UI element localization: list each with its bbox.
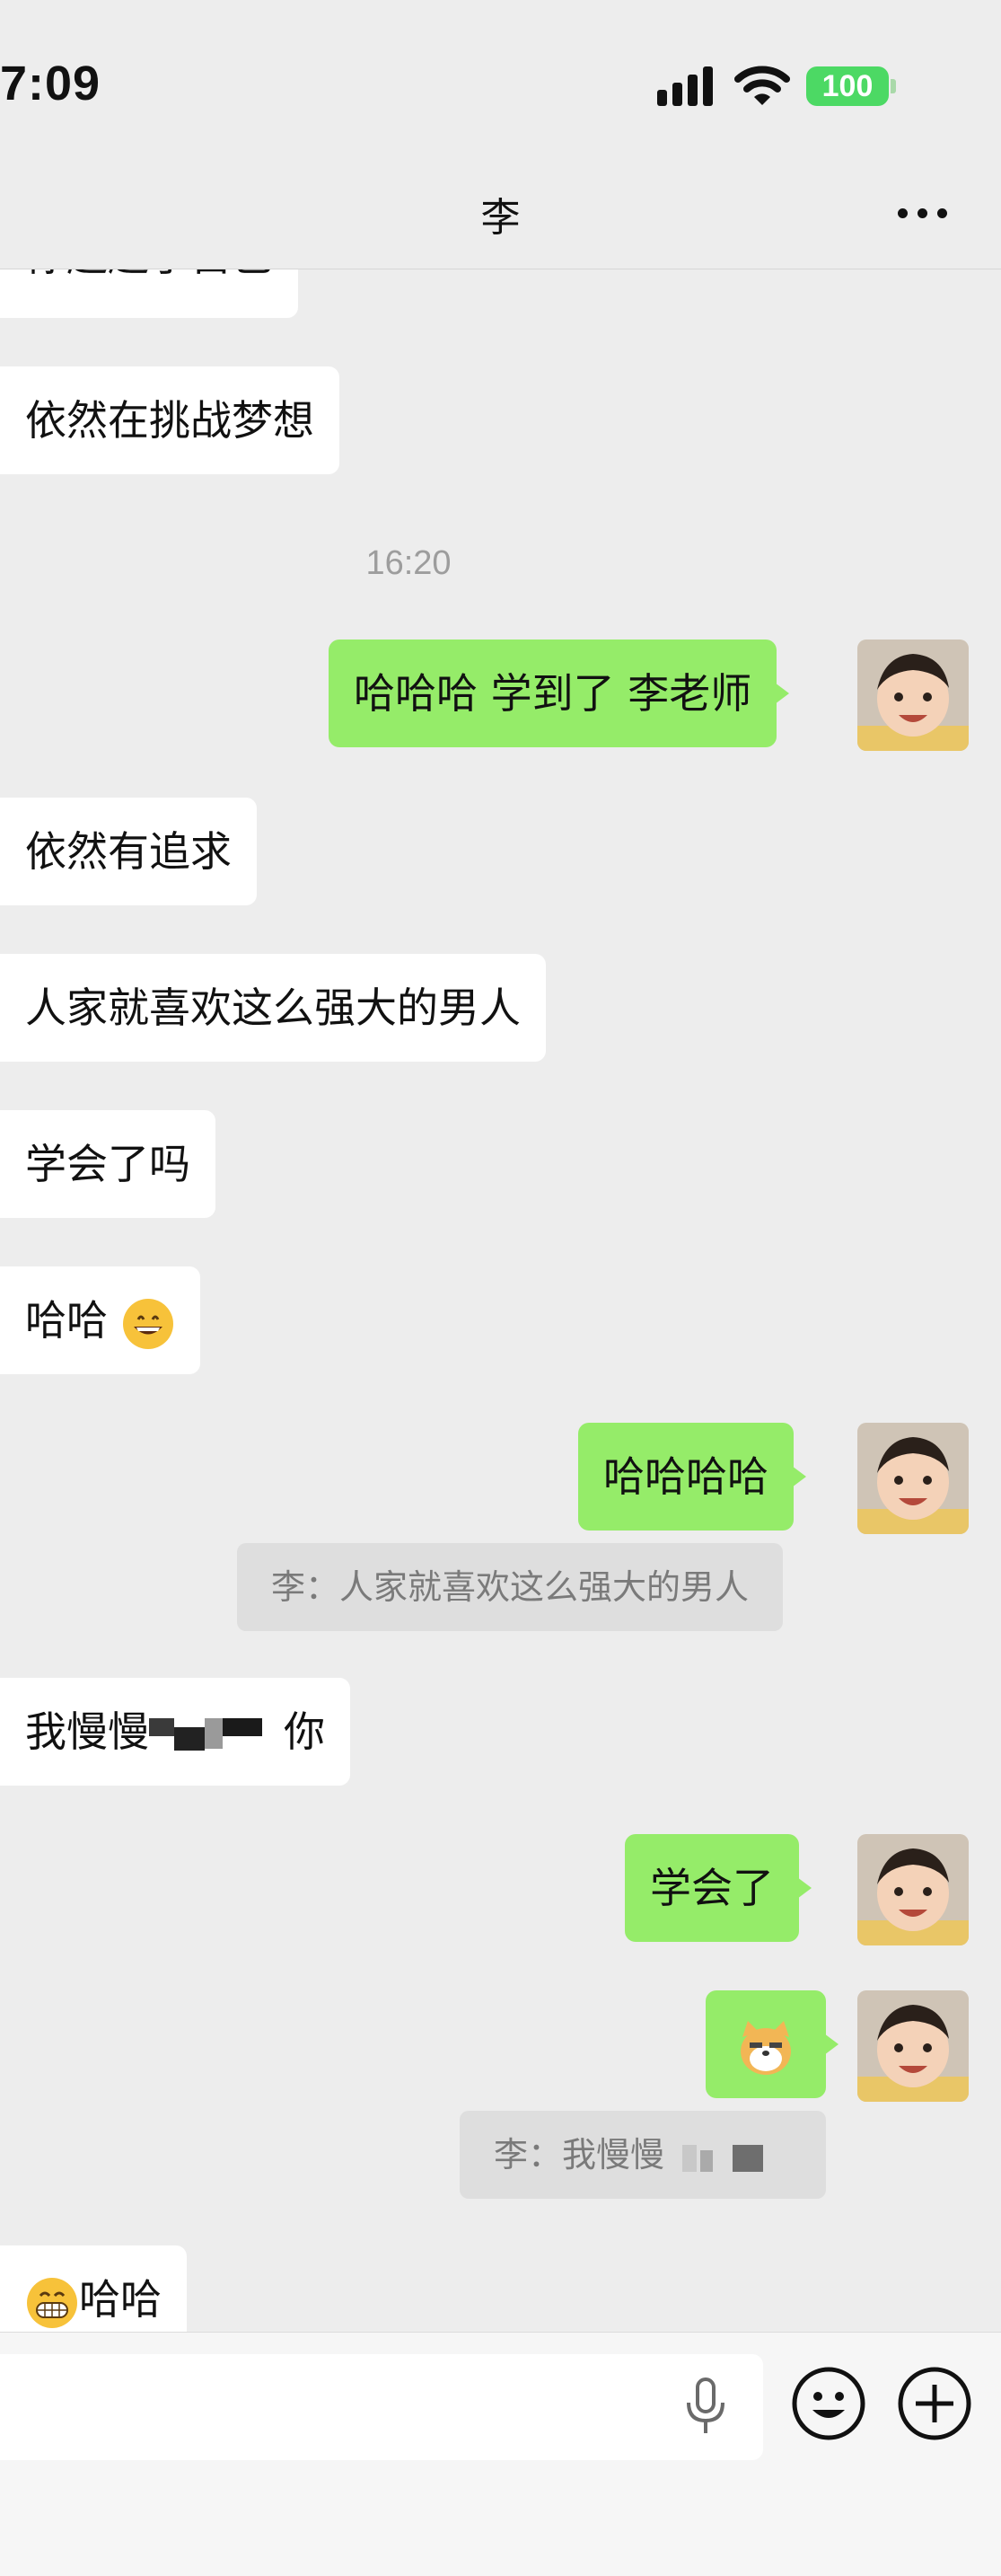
avatar-image — [857, 1834, 969, 1945]
avatar[interactable] — [857, 1990, 969, 2102]
message-text: 依然有追求 — [25, 827, 232, 876]
message-bubble-sent[interactable]: 学会了 — [625, 1834, 812, 1942]
battery-icon: 100 — [806, 66, 889, 106]
message-text: 哈哈哈哈 — [603, 1452, 768, 1501]
message-timestamp: 16:20 — [365, 544, 452, 582]
avatar[interactable] — [857, 640, 969, 751]
redacted-block — [149, 1713, 284, 1758]
message-bubble-received[interactable]: 依然有追求 — [0, 798, 257, 905]
message-bubble-received[interactable]: 我慢慢 你 — [0, 1678, 350, 1786]
avatar-image — [857, 1423, 969, 1534]
quoted-text: 李：我慢慢 — [494, 2135, 665, 2175]
message-text: 人家就喜欢这么强大的男人 — [25, 984, 521, 1032]
avatar[interactable] — [857, 1834, 969, 1945]
message-bubble-received[interactable]: 依然在挑战梦想 — [0, 366, 339, 474]
message-bubble-sent[interactable] — [706, 1990, 839, 2098]
avatar-image — [857, 1990, 969, 2102]
message-list[interactable]: 你超越了自己 依然在挑战梦想 16:20 哈哈哈 学到了 李老师 依然有追求 人… — [0, 269, 1001, 2332]
message-text: 哈哈 — [25, 1296, 108, 1345]
message-text: 哈哈哈 学到了 李老师 — [354, 669, 752, 718]
avatar[interactable] — [857, 1423, 969, 1534]
avatar-image — [857, 640, 969, 751]
grinning-face-icon — [122, 1298, 173, 1349]
message-text: 学会了吗 — [25, 1140, 190, 1188]
plus-icon[interactable] — [896, 2365, 973, 2442]
battery-nub — [891, 79, 896, 93]
smiley-icon[interactable] — [790, 2365, 867, 2442]
quoted-reply[interactable]: 李：我慢慢 — [460, 2111, 826, 2199]
chat-header: 李 — [0, 162, 1001, 269]
message-bubble-received[interactable]: 人家就喜欢这么强大的男人 — [0, 954, 546, 1062]
input-bar — [0, 2332, 1001, 2576]
message-input[interactable] — [0, 2354, 763, 2460]
chat-title: 李 — [480, 195, 521, 241]
message-text: 你 — [284, 1707, 325, 1756]
status-bar: 7:09 100 — [0, 0, 1001, 162]
message-bubble-received[interactable]: 哈哈 — [0, 2245, 187, 2332]
grinning-teeth-icon — [27, 2277, 77, 2328]
message-bubble-sent[interactable]: 哈哈哈哈 — [578, 1423, 806, 1531]
message-bubble-received[interactable]: 学会了吗 — [0, 1110, 215, 1218]
quoted-text: 李：人家就喜欢这么强大的男人 — [271, 1567, 750, 1607]
quoted-reply[interactable]: 李：人家就喜欢这么强大的男人 — [237, 1543, 784, 1631]
wifi-icon — [734, 66, 790, 105]
message-text: 你超越了自己 — [25, 269, 273, 280]
message-bubble-sent[interactable]: 哈哈哈 学到了 李老师 — [329, 640, 790, 747]
more-icon[interactable] — [898, 208, 950, 221]
status-time: 7:09 — [0, 57, 101, 110]
message-text: 我慢慢 — [25, 1707, 149, 1756]
message-text: 学会了 — [650, 1864, 774, 1912]
message-text: 依然在挑战梦想 — [25, 396, 314, 445]
message-bubble-received[interactable]: 哈哈 — [0, 1266, 200, 1374]
cat-emoji-icon — [741, 2020, 791, 2075]
microphone-icon[interactable] — [681, 2376, 731, 2439]
message-bubble-received[interactable]: 你超越了自己 — [0, 269, 298, 318]
redacted-block — [675, 2139, 765, 2175]
message-text: 哈哈 — [79, 2275, 162, 2324]
cellular-signal-icon — [657, 66, 716, 108]
